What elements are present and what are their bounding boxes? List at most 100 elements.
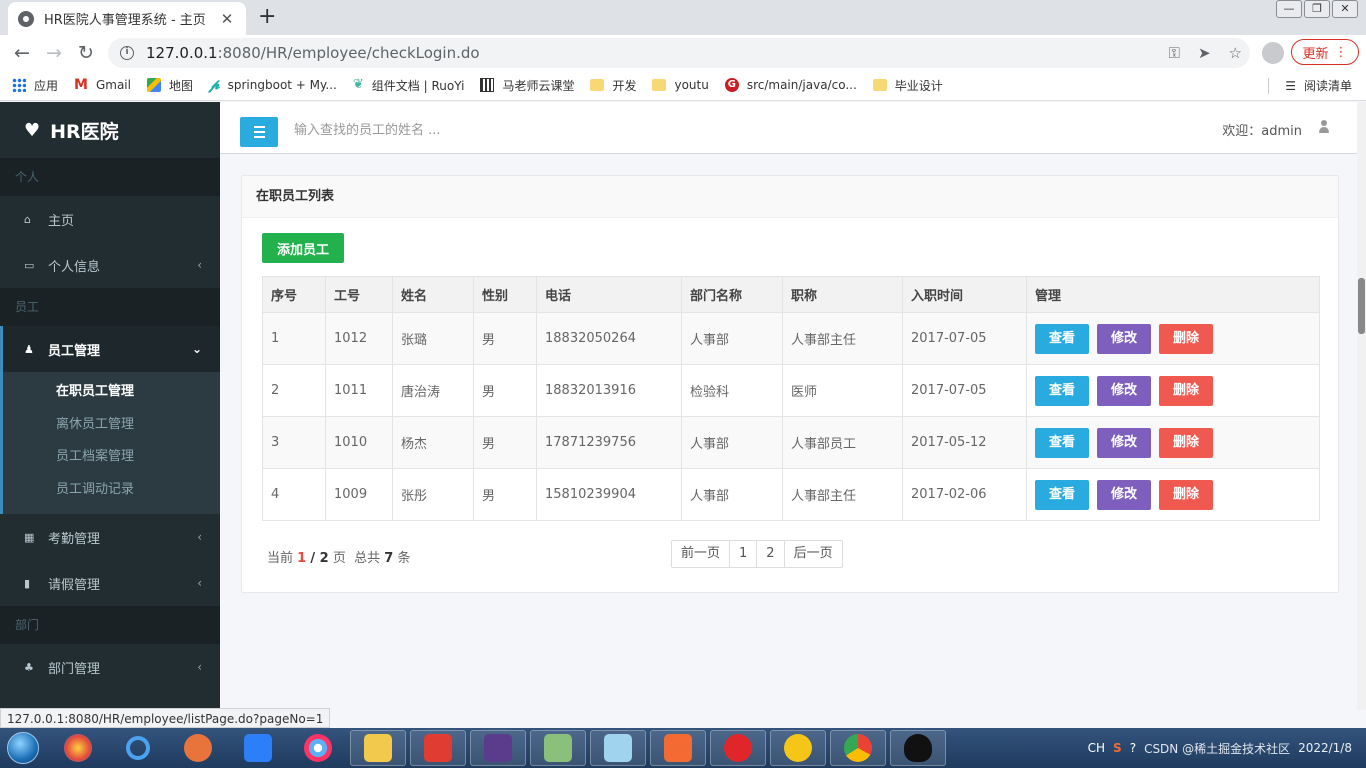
chevron-left-icon: ‹ bbox=[197, 576, 202, 590]
bookmark-youtu[interactable]: youtu bbox=[652, 78, 709, 92]
send-icon[interactable]: ➤ bbox=[1198, 44, 1211, 62]
cell-index: 1 bbox=[262, 312, 326, 365]
page-info: 当前 1 / 2 页 总共 7 条 bbox=[267, 551, 411, 566]
taskbar-app[interactable] bbox=[50, 730, 106, 766]
folder-icon bbox=[872, 79, 887, 91]
clock-date[interactable]: 2022/1/8 bbox=[1298, 740, 1352, 756]
bookmark-gmail[interactable]: M Gmail bbox=[74, 78, 131, 92]
delete-button[interactable]: 删除 bbox=[1159, 323, 1213, 354]
bookmark-course[interactable]: 马老师云课堂 bbox=[480, 77, 574, 94]
sidebar-item-home[interactable]: ⌂ 主页 bbox=[0, 196, 220, 242]
new-tab-button[interactable]: + bbox=[258, 6, 276, 28]
page-2-button[interactable]: 2 bbox=[756, 541, 783, 567]
taskbar-app[interactable] bbox=[590, 730, 646, 766]
scrollbar-thumb[interactable] bbox=[1358, 278, 1365, 334]
reading-list[interactable]: ☰ 阅读清单 bbox=[1268, 70, 1352, 101]
sogou-icon[interactable]: S bbox=[1113, 741, 1122, 755]
file-explorer-icon bbox=[364, 734, 392, 762]
back-icon[interactable]: ← bbox=[6, 42, 38, 64]
taskbar-app[interactable] bbox=[710, 730, 766, 766]
reload-icon[interactable]: ↻ bbox=[70, 42, 102, 64]
sidebar-subitem-employee-records[interactable]: 员工档案管理 bbox=[3, 441, 220, 474]
taskbar-app[interactable] bbox=[350, 730, 406, 766]
view-button[interactable]: 查看 bbox=[1035, 427, 1089, 458]
wps-icon bbox=[424, 734, 452, 762]
view-button[interactable]: 查看 bbox=[1035, 479, 1089, 510]
minimize-button[interactable]: — bbox=[1276, 0, 1302, 18]
cell-hire-date: 2017-07-05 bbox=[902, 312, 1027, 365]
edit-button[interactable]: 修改 bbox=[1097, 323, 1151, 354]
edit-button[interactable]: 修改 bbox=[1097, 479, 1151, 510]
bookmark-thesis[interactable]: 毕业设计 bbox=[872, 77, 943, 94]
help-icon[interactable]: ? bbox=[1130, 741, 1136, 755]
bookmarks-bar: 应用 M Gmail 地图 𝓹 springboot + My... ❦ 组件文档 |… bbox=[0, 70, 1366, 101]
watermark: CSDN @稀土掘金技术社区 bbox=[1144, 741, 1291, 756]
column-header: 管理 bbox=[1026, 276, 1320, 313]
user-icon[interactable] bbox=[1318, 120, 1330, 134]
view-button[interactable]: 查看 bbox=[1035, 323, 1089, 354]
taskbar-app[interactable] bbox=[230, 730, 286, 766]
language-indicator[interactable]: CH bbox=[1088, 741, 1105, 755]
page-scrollbar[interactable] bbox=[1357, 102, 1366, 710]
taskbar-app[interactable] bbox=[410, 730, 466, 766]
bookmark-dev[interactable]: 开发 bbox=[590, 77, 636, 94]
taskbar-app[interactable] bbox=[470, 730, 526, 766]
sidebar-item-department-management[interactable]: ♣ 部门管理 ‹ bbox=[0, 644, 220, 690]
view-button[interactable]: 查看 bbox=[1035, 375, 1089, 406]
taskbar-app[interactable] bbox=[890, 730, 946, 766]
brand-logo[interactable]: ♥ HR医院 bbox=[0, 102, 220, 158]
taskbar-app[interactable] bbox=[110, 730, 166, 766]
sidebar-item-profile[interactable]: ▭ 个人信息 ‹ bbox=[0, 242, 220, 288]
browser-tab[interactable]: HR医院人事管理系统 - 主页 ✕ bbox=[8, 2, 246, 35]
edit-button[interactable]: 修改 bbox=[1097, 427, 1151, 458]
taskbar-app[interactable] bbox=[290, 730, 346, 766]
delete-button[interactable]: 删除 bbox=[1159, 479, 1213, 510]
cell-phone: 15810239904 bbox=[536, 468, 682, 521]
prev-page-button[interactable]: 前一页 bbox=[672, 541, 729, 567]
sidebar-item-attendance[interactable]: ▦ 考勤管理 ‹ bbox=[0, 514, 220, 560]
bookmark-apps[interactable]: 应用 bbox=[12, 77, 58, 94]
chevron-down-icon: ⌄ bbox=[191, 342, 202, 356]
taskbar-app[interactable] bbox=[770, 730, 826, 766]
next-page-button[interactable]: 后一页 bbox=[783, 541, 842, 567]
sidebar-subitem-active-employees[interactable]: 在职员工管理 bbox=[3, 376, 220, 409]
site-info-icon[interactable]: i bbox=[120, 46, 134, 60]
sidebar-toggle-button[interactable] bbox=[240, 117, 278, 147]
close-window-button[interactable]: ✕ bbox=[1332, 0, 1358, 18]
sidebar-subitem-transfer-records[interactable]: 员工调动记录 bbox=[3, 474, 220, 507]
employee-search-input[interactable] bbox=[294, 117, 694, 143]
profile-avatar-icon[interactable] bbox=[1262, 42, 1284, 64]
edit-button[interactable]: 修改 bbox=[1097, 375, 1151, 406]
key-icon[interactable]: ⚿ bbox=[1169, 44, 1180, 62]
sidebar-item-employee-management[interactable]: ♟ 员工管理 ⌄ bbox=[0, 326, 220, 372]
cell-phone: 18832013916 bbox=[536, 364, 682, 417]
maximize-button[interactable]: ❐ bbox=[1304, 0, 1330, 18]
cell-name: 唐治涛 bbox=[392, 364, 474, 417]
bookmark-maps[interactable]: 地图 bbox=[146, 77, 193, 94]
delete-button[interactable]: 删除 bbox=[1159, 427, 1213, 458]
sidebar-item-leave[interactable]: ▮ 请假管理 ‹ bbox=[0, 560, 220, 606]
add-employee-button[interactable]: 添加员工 bbox=[262, 233, 344, 263]
url-text[interactable]: 127.0.0.1:8080/HR/employee/checkLogin.do bbox=[146, 44, 480, 62]
start-button[interactable] bbox=[0, 728, 46, 768]
close-tab-icon[interactable]: ✕ bbox=[218, 10, 236, 28]
page-1-button[interactable]: 1 bbox=[729, 541, 756, 567]
delete-button[interactable]: 删除 bbox=[1159, 375, 1213, 406]
taskbar-app[interactable] bbox=[830, 730, 886, 766]
bookmark-star-icon[interactable]: ☆ bbox=[1229, 44, 1242, 62]
update-button[interactable]: 更新 ⋮ bbox=[1291, 39, 1359, 65]
employee-list-panel: 在职员工列表 添加员工 序号 工号 姓名 性别 电话 部门名称 职称 入职时间 … bbox=[241, 175, 1339, 593]
cell-department: 人事部 bbox=[681, 312, 783, 365]
taskbar-app[interactable] bbox=[170, 730, 226, 766]
bookmark-gitee[interactable]: Gsrc/main/java/co... bbox=[724, 78, 857, 92]
taskbar-app[interactable] bbox=[530, 730, 586, 766]
bookmark-ruoyi[interactable]: ❦ 组件文档 | RuoYi bbox=[353, 77, 465, 94]
sidebar-subitem-retired-employees[interactable]: 离休员工管理 bbox=[3, 409, 220, 442]
bookmark-springboot[interactable]: 𝓹 springboot + My... bbox=[209, 78, 337, 92]
cell-hire-date: 2017-05-12 bbox=[902, 416, 1027, 469]
address-bar[interactable]: i 127.0.0.1:8080/HR/employee/checkLogin.… bbox=[108, 38, 1250, 68]
taskbar-app[interactable] bbox=[650, 730, 706, 766]
cell-index: 3 bbox=[262, 416, 326, 469]
forward-icon[interactable]: → bbox=[38, 42, 70, 64]
section-header-employee: 员工 bbox=[0, 288, 220, 326]
